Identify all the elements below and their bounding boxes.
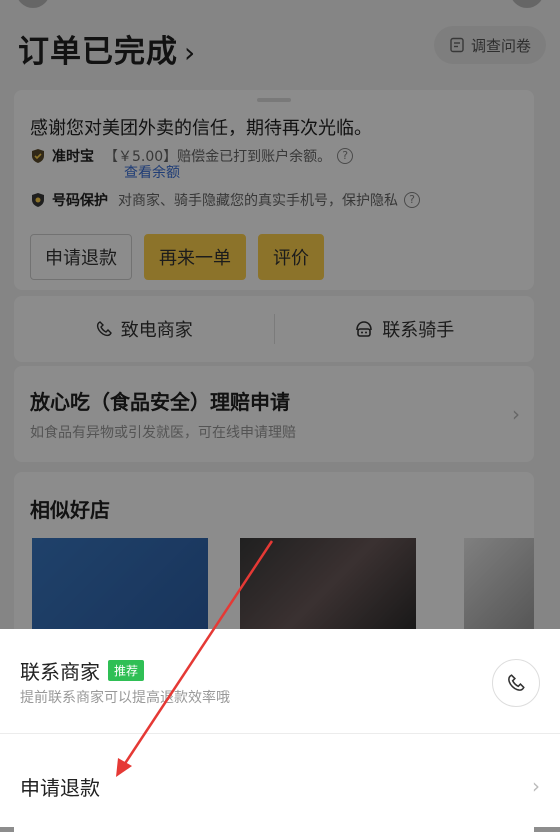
call-merchant-button[interactable] <box>492 659 540 707</box>
phone-icon <box>508 674 525 691</box>
apply-refund-option[interactable]: 申请退款 › <box>0 734 560 827</box>
recommended-badge: 推荐 <box>108 660 145 681</box>
contact-merchant-title-row: 联系商家 推荐 <box>20 656 145 685</box>
contact-merchant-title: 联系商家 <box>20 660 100 684</box>
contact-merchant-option[interactable]: 联系商家 推荐 提前联系商家可以提高退款效率哦 <box>0 629 560 733</box>
contact-merchant-subtitle: 提前联系商家可以提高退款效率哦 <box>20 690 230 706</box>
chevron-right-icon: › <box>532 774 540 798</box>
apply-refund-label: 申请退款 <box>20 776 100 800</box>
refund-bottom-sheet: 联系商家 推荐 提前联系商家可以提高退款效率哦 申请退款 › <box>0 629 560 827</box>
